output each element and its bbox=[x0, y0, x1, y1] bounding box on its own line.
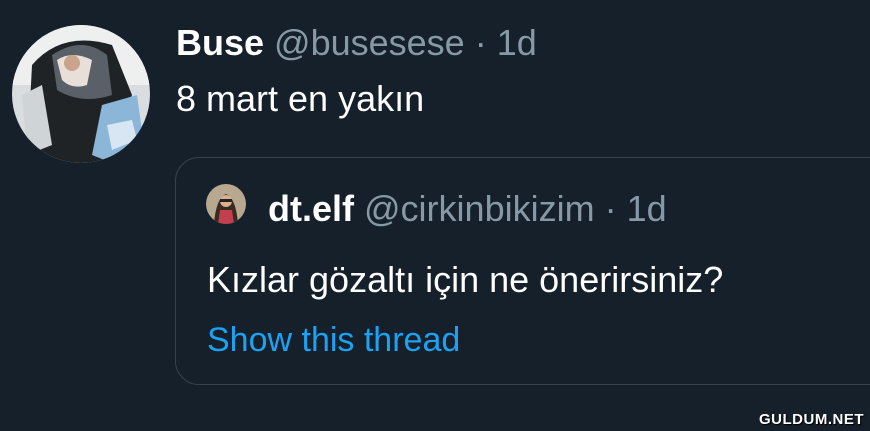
quoted-tweet-card[interactable]: dt.elf @cirkinbikizim · 1d Kızlar gözalt… bbox=[175, 157, 870, 385]
header-separator: · bbox=[474, 22, 487, 63]
quoted-tweet-timestamp[interactable]: 1d bbox=[627, 188, 667, 229]
quoted-avatar-image bbox=[206, 184, 246, 224]
quoted-author-display-name[interactable]: dt.elf bbox=[268, 188, 354, 229]
quoted-author-avatar[interactable] bbox=[206, 184, 246, 224]
author-handle[interactable]: @busesese bbox=[274, 22, 465, 63]
author-avatar[interactable] bbox=[12, 25, 150, 163]
quoted-tweet-text: Kızlar gözaltı için ne önerirsiniz? bbox=[207, 259, 724, 300]
site-watermark: GULDUM.NET bbox=[759, 411, 864, 428]
show-thread-link[interactable]: Show this thread bbox=[207, 320, 460, 360]
tweet-screenshot: Buse @busesese · 1d 8 mart en yakın dt.e… bbox=[0, 0, 870, 431]
author-avatar-image bbox=[12, 25, 150, 163]
author-display-name[interactable]: Buse bbox=[176, 22, 264, 63]
tweet-timestamp[interactable]: 1d bbox=[497, 22, 537, 63]
tweet-header: Buse @busesese · 1d bbox=[176, 22, 537, 64]
quoted-header-separator: · bbox=[604, 188, 617, 229]
tweet-text: 8 mart en yakın bbox=[176, 78, 425, 119]
quoted-tweet-header: dt.elf @cirkinbikizim · 1d bbox=[268, 188, 667, 230]
quoted-author-handle[interactable]: @cirkinbikizim bbox=[364, 188, 595, 229]
